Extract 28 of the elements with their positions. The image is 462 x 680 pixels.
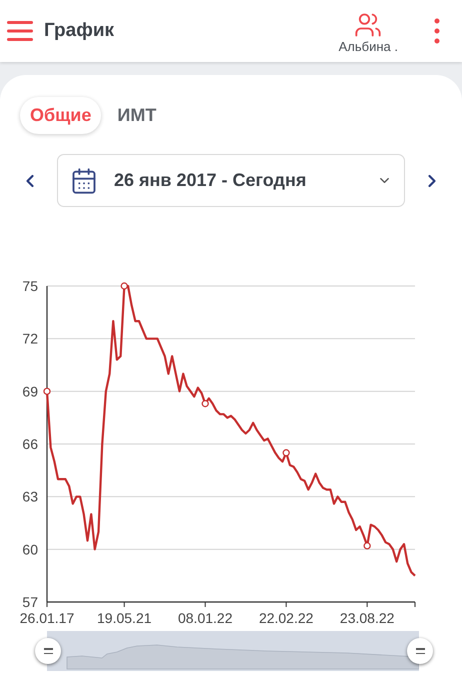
tab[interactable]: ИМТ xyxy=(107,97,166,134)
page-title: График xyxy=(44,18,114,43)
y-tick-label: 69 xyxy=(22,383,38,400)
x-tick-label: 08.01.22 xyxy=(178,610,232,626)
y-tick-label: 72 xyxy=(22,330,38,347)
range-handle[interactable] xyxy=(35,638,61,664)
more-options-icon[interactable] xyxy=(434,18,440,44)
data-point-marker xyxy=(364,542,371,550)
calendar-icon xyxy=(70,166,98,194)
data-point-marker xyxy=(120,282,128,290)
people-icon xyxy=(354,11,382,39)
data-point-marker xyxy=(282,449,290,456)
x-tick-label: 22.02.22 xyxy=(258,610,314,626)
data-point-marker xyxy=(202,400,209,408)
y-tick-label: 66 xyxy=(22,436,38,452)
user-switcher[interactable]: Альбина . xyxy=(338,11,398,55)
x-tick-label: 23.08.22 xyxy=(340,610,394,626)
menu-icon[interactable] xyxy=(7,21,35,41)
y-tick-label: 60 xyxy=(22,541,38,558)
x-tick-label: 26.01.17 xyxy=(20,610,74,626)
range-handle[interactable] xyxy=(407,638,433,664)
y-tick-label: 63 xyxy=(22,488,38,505)
y-tick-label: 75 xyxy=(22,278,38,294)
tab[interactable]: Общие xyxy=(20,97,102,134)
x-tick-label: 19.05.21 xyxy=(97,610,152,626)
y-tick-label: 57 xyxy=(22,594,38,610)
data-point-marker xyxy=(43,388,51,395)
date-range-dropdown[interactable]: 26 янв 2017 - Сегодня xyxy=(57,154,405,207)
